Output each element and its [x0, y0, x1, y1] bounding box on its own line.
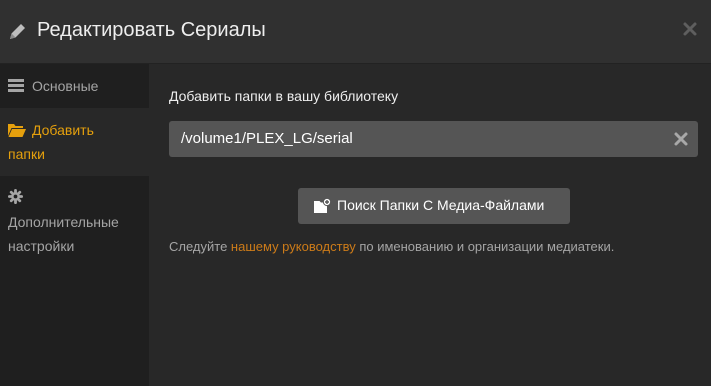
modal-header: Редактировать Сериалы — [0, 0, 711, 64]
folder-path-field[interactable]: /volume1/PLEX_LG/serial — [169, 121, 698, 157]
modal-title: Редактировать Сериалы — [37, 19, 266, 41]
gear-icon — [8, 189, 23, 204]
sidebar-item-label: Дополнительные настройки — [8, 214, 119, 254]
sidebar-item-label: Добавить папки — [8, 122, 94, 162]
main-content: Добавить папки в вашу библиотеку /volume… — [149, 64, 711, 386]
browse-folder-button[interactable]: Поиск Папки С Медиа-Файлами — [298, 188, 570, 224]
sidebar-item-advanced[interactable]: Дополнительные настройки — [0, 176, 149, 266]
sidebar: Основные Добавить папки Дополнительные н — [0, 64, 149, 386]
sidebar-item-label: Основные — [32, 78, 99, 94]
sidebar-item-basic[interactable]: Основные — [0, 64, 149, 108]
section-title: Добавить папки в вашу библиотеку — [169, 88, 399, 104]
close-icon[interactable] — [682, 21, 698, 37]
library-icon — [8, 79, 24, 92]
add-folder-icon — [314, 198, 331, 213]
remove-folder-icon[interactable] — [673, 131, 689, 147]
folder-path-text: /volume1/PLEX_LG/serial — [181, 130, 353, 147]
edit-library-modal: Редактировать Сериалы Основные Добавить … — [0, 0, 711, 386]
pencil-icon — [10, 24, 25, 39]
sidebar-item-add-folders[interactable]: Добавить папки — [0, 108, 149, 176]
naming-guide-link[interactable]: нашему руководству — [231, 239, 356, 254]
help-text: Следуйте нашему руководству по именовани… — [169, 239, 615, 254]
browse-button-label: Поиск Папки С Медиа-Файлами — [337, 197, 545, 213]
